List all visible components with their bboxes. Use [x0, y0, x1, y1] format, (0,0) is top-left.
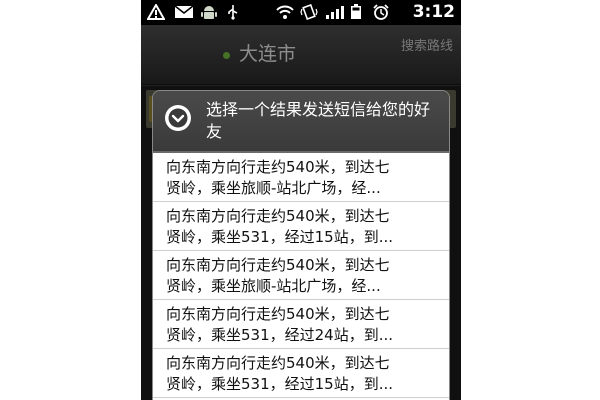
list-item-line2: 贤岭，乘坐531，经过15站，到...	[166, 228, 394, 246]
vibrate-icon	[300, 4, 318, 20]
list-item[interactable]: 向东南方向行走约540米，到达七 贤岭，乘坐旅顺-站北广场，经...	[153, 251, 449, 300]
usb-icon	[225, 4, 241, 20]
android-icon	[199, 4, 219, 20]
battery-icon	[348, 4, 364, 20]
list-item-line2: 贤岭，乘坐旅顺-站北广场，经...	[166, 277, 381, 295]
result-list: 向东南方向行走约540米，到达七 贤岭，乘坐旅顺-站北广场，经... 向东南方向…	[153, 153, 449, 400]
list-item[interactable]: 向东南方向行走约540米，到达七 贤岭，乘坐旅顺-站北广场，经...	[153, 153, 449, 202]
list-item-line1: 向东南方向行走约540米，到达七	[166, 305, 390, 323]
warning-icon	[147, 4, 165, 20]
dialog-title: 选择一个结果发送短信给您的好友	[206, 100, 431, 141]
phone-screen: 3:12 大连市 搜索路线 选择一个结果发送短信给您的好友 向东南方向行走约54…	[141, 0, 461, 400]
list-item-line1: 向东南方向行走约540米，到达七	[166, 207, 390, 225]
list-item[interactable]: 向东南方向行走约540米，到达七 贤岭，乘坐531，经过24站，到...	[153, 300, 449, 349]
chevron-down-icon	[165, 105, 191, 131]
list-item[interactable]: 向东南方向行走约540米，到达七 贤岭，乘坐531，经过15站，到...	[153, 349, 449, 398]
list-item-line2: 贤岭，乘坐531，经过15站，到...	[166, 375, 394, 393]
status-time: 3:12	[412, 2, 455, 22]
list-item-line1: 向东南方向行走约540米，到达七	[166, 256, 390, 274]
share-dialog: 选择一个结果发送短信给您的好友 向东南方向行走约540米，到达七 贤岭，乘坐旅顺…	[153, 91, 449, 400]
signal-icon	[325, 4, 345, 20]
list-item-line2: 贤岭，乘坐旅顺-站北广场，经...	[166, 179, 381, 197]
list-item-line2: 贤岭，乘坐531，经过24站，到...	[166, 326, 394, 344]
list-item-line1: 向东南方向行走约540米，到达七	[166, 158, 390, 176]
list-item-line1: 向东南方向行走约540米，到达七	[166, 354, 390, 372]
dialog-header: 选择一个结果发送短信给您的好友	[153, 91, 449, 153]
status-bar: 3:12	[141, 0, 461, 25]
list-item[interactable]: 向东南方向行走约540米，到达七 贤岭，乘坐531，经过15站，到...	[153, 202, 449, 251]
wifi-icon	[275, 4, 295, 20]
envelope-icon	[174, 4, 194, 20]
alarm-icon	[372, 4, 390, 20]
